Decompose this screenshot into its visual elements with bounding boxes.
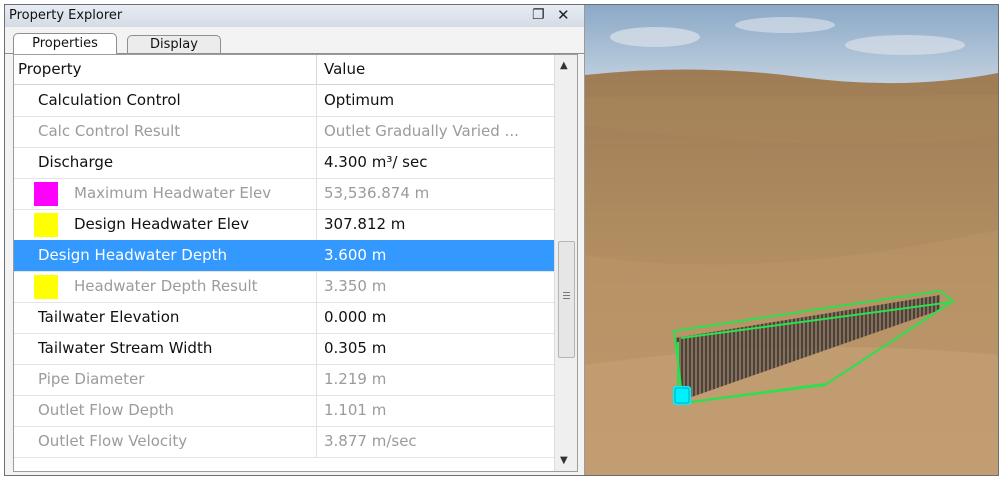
- property-value[interactable]: Optimum: [324, 91, 394, 109]
- property-name: Headwater Depth Result: [74, 277, 258, 295]
- property-row-discharge[interactable]: Discharge 4.300 m³/ sec: [14, 147, 554, 179]
- property-value[interactable]: 307.812 m: [324, 215, 405, 233]
- yellow-swatch-icon: [34, 275, 58, 299]
- property-name: Discharge: [38, 153, 114, 171]
- property-name: Calculation Control: [38, 91, 181, 109]
- property-name: Calc Control Result: [38, 122, 181, 140]
- panel-titlebar[interactable]: Property Explorer ❐ ✕: [5, 5, 584, 28]
- property-row-maximum-headwater-elev[interactable]: Maximum Headwater Elev 53,536.874 m: [14, 178, 554, 210]
- row-divider: [316, 395, 317, 426]
- row-divider: [316, 271, 317, 302]
- scrollbar-thumb[interactable]: [558, 241, 575, 358]
- terrain-foreground: [585, 347, 998, 475]
- property-column-header[interactable]: Property: [18, 60, 81, 78]
- application-window: Property Explorer ❐ ✕ Properties Display…: [4, 4, 999, 476]
- row-divider: [316, 364, 317, 395]
- property-row-outlet-flow-velocity[interactable]: Outlet Flow Velocity 3.877 m/sec: [14, 426, 554, 458]
- row-divider: [316, 426, 317, 457]
- property-grid: Property Value Calculation Control Optim…: [13, 54, 578, 472]
- property-row-pipe-diameter[interactable]: Pipe Diameter 1.219 m: [14, 364, 554, 396]
- vertical-scrollbar[interactable]: ▲ ▼: [554, 55, 577, 471]
- property-value[interactable]: 3.600 m: [324, 246, 386, 264]
- property-row-design-headwater-depth[interactable]: Design Headwater Depth 3.600 m: [14, 240, 554, 272]
- tab-properties[interactable]: Properties: [13, 33, 117, 54]
- property-row-tailwater-elevation[interactable]: Tailwater Elevation 0.000 m: [14, 302, 554, 334]
- row-divider: [316, 333, 317, 364]
- property-name: Outlet Flow Depth: [38, 401, 174, 419]
- tab-display[interactable]: Display: [127, 35, 221, 53]
- property-name: Design Headwater Depth: [38, 246, 227, 264]
- property-row-tailwater-stream-width[interactable]: Tailwater Stream Width 0.305 m: [14, 333, 554, 365]
- property-value: 3.877 m/sec: [324, 432, 417, 450]
- property-name: Design Headwater Elev: [74, 215, 250, 233]
- row-divider: [316, 85, 317, 116]
- scroll-down-arrow-icon[interactable]: ▼: [560, 455, 568, 466]
- tab-strip: Properties Display: [5, 27, 584, 54]
- cloud: [735, 17, 835, 33]
- property-value: Outlet Gradually Varied ...: [324, 122, 519, 140]
- value-column-header[interactable]: Value: [324, 60, 365, 78]
- property-value: 1.101 m: [324, 401, 387, 419]
- property-name: Outlet Flow Velocity: [38, 432, 188, 450]
- property-value: 1.219 m: [324, 370, 387, 388]
- row-divider: [316, 209, 317, 240]
- property-value: 3.350 m: [324, 277, 387, 295]
- property-value[interactable]: 0.305 m: [324, 339, 386, 357]
- scroll-up-arrow-icon[interactable]: ▲: [560, 60, 568, 71]
- property-row-calculation-control[interactable]: Calculation Control Optimum: [14, 85, 554, 117]
- property-value[interactable]: 0.000 m: [324, 308, 386, 326]
- property-name: Tailwater Stream Width: [38, 339, 213, 357]
- row-divider: [316, 116, 317, 147]
- row-divider: [316, 147, 317, 178]
- row-divider: [316, 178, 317, 209]
- close-icon[interactable]: ✕: [557, 6, 570, 24]
- property-value[interactable]: 4.300 m³/ sec: [324, 153, 427, 171]
- property-name: Pipe Diameter: [38, 370, 145, 388]
- panel-title: Property Explorer: [9, 8, 123, 23]
- property-row-design-headwater-elev[interactable]: Design Headwater Elev 307.812 m: [14, 209, 554, 241]
- header-divider: [316, 55, 317, 84]
- magenta-swatch-icon: [34, 182, 58, 206]
- 3d-terrain-viewport[interactable]: [585, 5, 998, 475]
- yellow-swatch-icon: [34, 213, 58, 237]
- property-row-outlet-flow-depth[interactable]: Outlet Flow Depth 1.101 m: [14, 395, 554, 427]
- terrain-scene: [585, 5, 998, 475]
- cloud: [845, 35, 965, 55]
- property-row-calc-control-result[interactable]: Calc Control Result Outlet Gradually Var…: [14, 116, 554, 148]
- scrollbar-grip-icon: [563, 292, 570, 293]
- property-explorer-panel: Property Explorer ❐ ✕ Properties Display…: [5, 5, 585, 475]
- property-name: Tailwater Elevation: [38, 308, 180, 326]
- grid-header: Property Value: [14, 55, 554, 85]
- property-name: Maximum Headwater Elev: [74, 184, 272, 202]
- property-row-headwater-depth-result[interactable]: Headwater Depth Result 3.350 m: [14, 271, 554, 303]
- pin-icon[interactable]: ❐: [532, 7, 545, 23]
- property-value: 53,536.874 m: [324, 184, 430, 202]
- cloud: [610, 27, 700, 47]
- row-divider: [316, 302, 317, 333]
